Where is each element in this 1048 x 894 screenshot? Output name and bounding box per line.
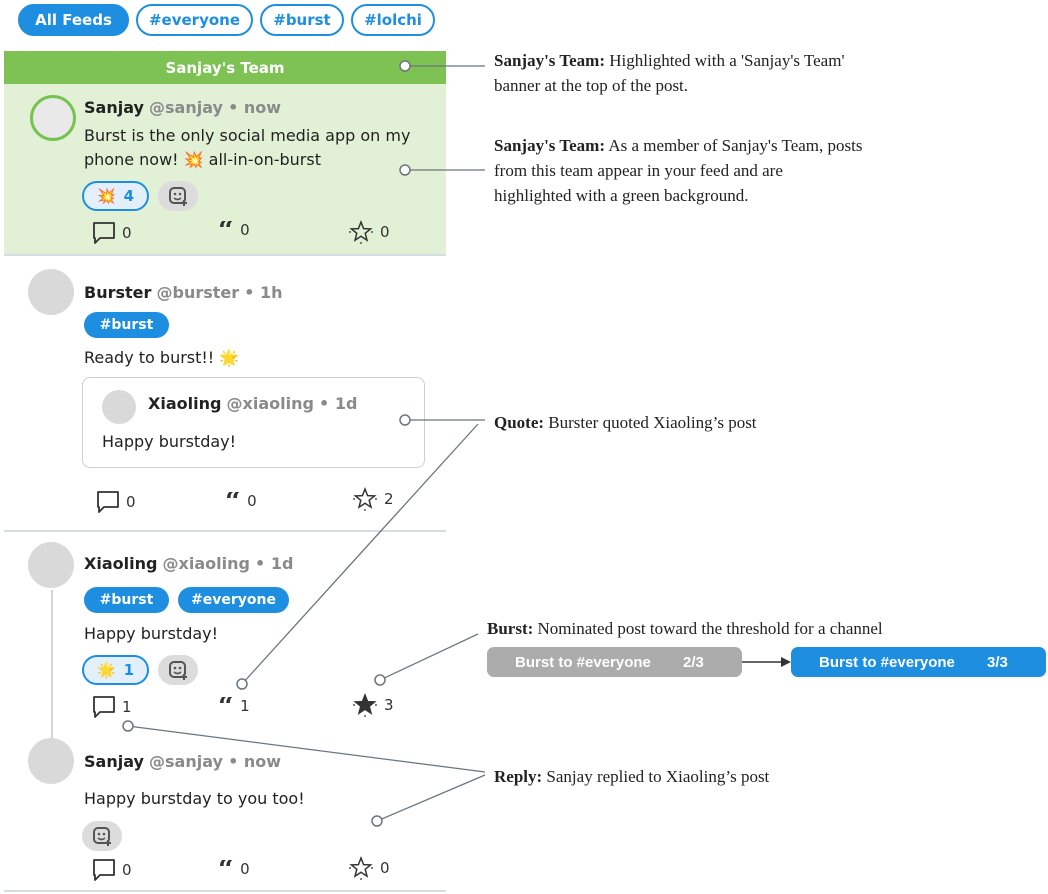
annotation-label: Sanjay's Team: — [494, 51, 605, 70]
connector-dot — [399, 164, 411, 176]
annotation-text: banner at the top of the post. — [494, 76, 689, 95]
annotation-text: Highlighted with a 'Sanjay's Team' — [609, 51, 845, 70]
annotation-text: highlighted with a green background. — [494, 186, 749, 205]
annotation-text: from this team appear in your feed and a… — [494, 161, 783, 180]
connector-dot — [371, 815, 383, 827]
connector-dot — [399, 60, 411, 72]
connector-quote-source — [241, 423, 479, 685]
annotation-text: As a member of Sanjay's Team, posts — [608, 136, 863, 155]
annotation-team-background: Sanjay's Team: As a member of Sanjay's T… — [494, 133, 862, 208]
annotation-line: Sanjay's Team: As a member of Sanjay's T… — [494, 133, 862, 158]
annotation-text: Sanjay replied to Xiaoling’s post — [546, 767, 770, 786]
annotation-label: Sanjay's Team: — [494, 136, 605, 155]
pill-count: 3/3 — [987, 653, 1008, 671]
connector-reply-source — [127, 725, 486, 773]
annotation-text: Nominated post toward the threshold for … — [537, 619, 883, 638]
annotation-label: Quote: — [494, 413, 545, 432]
pill-arrow-head — [781, 657, 791, 667]
connector-reply — [376, 774, 486, 822]
annotation-team-banner: Sanjay's Team: Highlighted with a 'Sanja… — [494, 48, 845, 98]
annotation-label: Burst: — [487, 619, 534, 638]
burst-progress-pill-before: Burst to #everyone 2/3 — [487, 647, 742, 677]
annotation-line: Sanjay's Team: Highlighted with a 'Sanja… — [494, 48, 845, 73]
annotation-label: Reply: — [494, 767, 543, 786]
pill-label: Burst to #everyone — [819, 653, 955, 671]
connector-dot — [374, 674, 386, 686]
connector-burst — [379, 633, 479, 681]
pill-label: Burst to #everyone — [515, 653, 651, 671]
annotation-burst: Burst: Nominated post toward the thresho… — [487, 616, 883, 641]
pill-count: 2/3 — [683, 653, 704, 671]
connector-dot — [122, 720, 134, 732]
burst-progress-pill-after: Burst to #everyone 3/3 — [791, 647, 1046, 677]
connector-dot — [399, 414, 411, 426]
annotation-reply: Reply: Sanjay replied to Xiaoling’s post — [494, 764, 769, 789]
annotation-quote: Quote: Burster quoted Xiaoling’s post — [494, 410, 757, 435]
connector-dot — [236, 678, 248, 690]
annotation-text: Burster quoted Xiaoling’s post — [548, 413, 757, 432]
